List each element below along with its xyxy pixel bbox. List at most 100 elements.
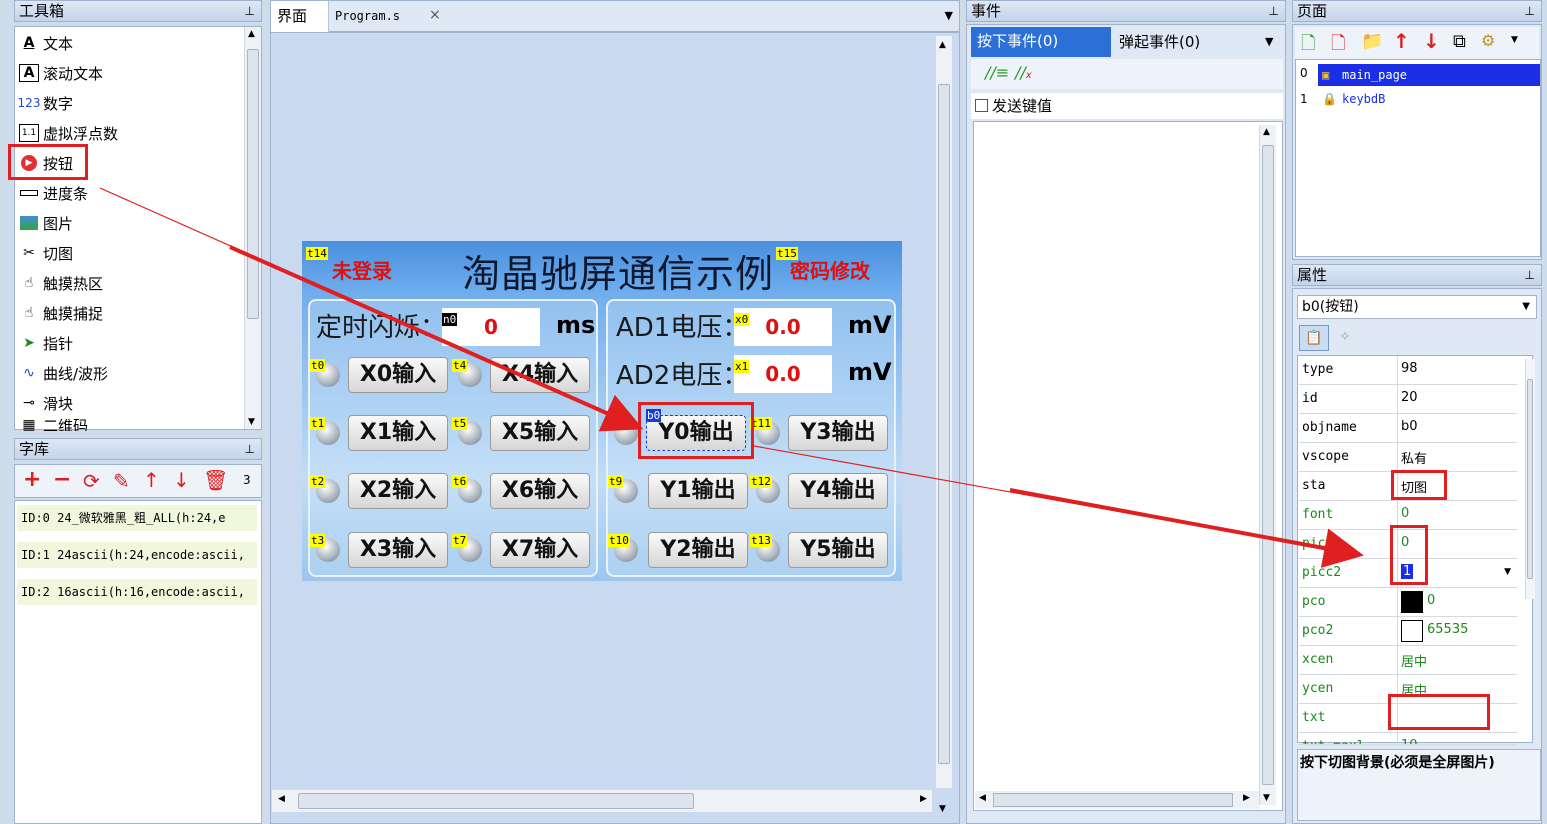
scroll-down-icon[interactable]: ▼ — [248, 417, 255, 427]
toolbox-item-pointer[interactable]: ➤ 指针 — [19, 329, 73, 357]
add-page-icon[interactable]: 🗋 — [1301, 31, 1315, 61]
toolbox-item-float[interactable]: 1.1 虚拟浮点数 — [19, 119, 118, 147]
tab-press-event[interactable]: 按下事件(0) — [971, 27, 1111, 57]
y1-output-button[interactable]: Y1输出 — [648, 473, 748, 509]
pin-icon[interactable]: ⊥ — [1525, 1, 1535, 21]
remove-icon[interactable]: − — [53, 467, 71, 492]
scroll-left-icon[interactable]: ◀ — [278, 794, 285, 804]
prop-row-vscope[interactable]: vscope 私有 — [1299, 443, 1517, 472]
page-tools-icon[interactable]: ⚙ — [1481, 31, 1495, 50]
object-selector[interactable]: b0(按钮) ▼ — [1297, 295, 1537, 319]
x7-input-button[interactable]: X7输入 — [490, 532, 590, 568]
tab-program[interactable]: Program.s — [335, 9, 400, 23]
font-row[interactable]: ID:0 24_微软雅黑_粗_ALL(h:24,e — [17, 505, 257, 531]
scroll-right-icon[interactable]: ▶ — [1243, 793, 1250, 803]
x0-input-button[interactable]: X0输入 — [348, 357, 448, 393]
prop-row-txt-maxl[interactable]: txt_maxl10 — [1299, 733, 1517, 745]
x5-input-button[interactable]: X5输入 — [490, 415, 590, 451]
font-row[interactable]: ID:2 16ascii(h:16,encode:ascii, — [17, 579, 257, 605]
alphabetical-view-icon[interactable]: ✧ — [1339, 329, 1351, 345]
events-vscroll[interactable]: ▲ ▼ — [1259, 125, 1276, 805]
scroll-thumb[interactable] — [298, 793, 694, 809]
refresh-icon[interactable]: ⟳ — [83, 469, 100, 493]
toolbox-item-qrcode[interactable]: ▦ 二维码 — [19, 419, 88, 431]
toolbox-item-progress[interactable]: 进度条 — [19, 179, 88, 207]
delete-icon[interactable]: 🗑 — [203, 468, 228, 492]
prop-row-xcen[interactable]: xcen 居中 — [1299, 646, 1517, 675]
events-hscroll[interactable]: ◀ ▶ — [975, 791, 1259, 809]
page-item-main[interactable]: ▣ main_page — [1318, 64, 1540, 86]
tab-dropdown-icon[interactable]: ▼ — [945, 9, 953, 22]
toolbox-item-text[interactable]: A 文本 — [19, 29, 73, 57]
uncomment-icon[interactable]: //x — [1015, 63, 1032, 82]
font-row[interactable]: ID:1 24ascii(h:24,encode:ascii, — [17, 542, 257, 568]
comment-icon[interactable]: //≡ — [985, 63, 1009, 82]
send-key-checkbox[interactable] — [975, 99, 988, 112]
edit-icon[interactable]: ✎ — [113, 469, 130, 493]
page-tools-dropdown-icon[interactable]: ▼ — [1511, 35, 1518, 45]
up-arrow-icon[interactable]: ↑ — [143, 468, 160, 492]
scroll-up-icon[interactable]: ▲ — [939, 40, 946, 50]
x2-input-button[interactable]: X2输入 — [348, 473, 448, 509]
props-vscroll[interactable] — [1525, 359, 1535, 599]
add-icon[interactable]: + — [23, 467, 41, 492]
page-down-icon[interactable]: ↓ — [1423, 29, 1440, 53]
toolbox-item-slider[interactable]: ⊸ 滑块 — [19, 389, 73, 417]
scroll-right-icon[interactable]: ▶ — [920, 794, 927, 804]
toolbox-item-waveform[interactable]: ∿ 曲线/波形 — [19, 359, 108, 387]
tab-close-icon[interactable]: × — [429, 7, 441, 23]
prop-row-id[interactable]: id 20 — [1299, 385, 1517, 414]
toolbox-item-number[interactable]: 123 数字 — [18, 89, 73, 117]
tab-design[interactable]: 界面 — [271, 1, 329, 33]
toolbox-item-touchcap[interactable]: ☝ 触摸捕捉 — [19, 299, 103, 327]
pin-icon[interactable]: ⊥ — [1269, 1, 1279, 21]
y2-output-button[interactable]: Y2输出 — [648, 532, 748, 568]
y5-output-button[interactable]: Y5输出 — [788, 532, 888, 568]
y3-output-button[interactable]: Y3输出 — [788, 415, 888, 451]
scroll-thumb[interactable] — [938, 84, 950, 764]
scroll-thumb[interactable] — [993, 793, 1233, 807]
chevron-down-icon[interactable]: ▼ — [1522, 296, 1530, 318]
pin-icon[interactable]: ⊥ — [1525, 265, 1535, 285]
toolbox-item-crop[interactable]: ✂ 切图 — [19, 239, 73, 267]
copy-page-icon[interactable]: ⧉ — [1453, 31, 1466, 52]
page-up-icon[interactable]: ↑ — [1393, 29, 1410, 53]
scroll-thumb[interactable] — [247, 49, 259, 319]
scroll-thumb[interactable] — [1527, 379, 1533, 579]
scroll-down-icon[interactable]: ▼ — [1263, 793, 1270, 803]
y4-output-button[interactable]: Y4输出 — [788, 473, 888, 509]
prop-row-type[interactable]: type 98 — [1299, 356, 1517, 385]
x6-input-button[interactable]: X6输入 — [490, 473, 590, 509]
chevron-down-icon[interactable]: ▼ — [1504, 567, 1511, 577]
event-code-editor[interactable] — [973, 121, 1283, 811]
prop-row-objname[interactable]: objname b0 — [1299, 414, 1517, 443]
scroll-thumb[interactable] — [1262, 145, 1274, 785]
scroll-down-icon[interactable]: ▼ — [939, 804, 946, 814]
canvas-hscroll[interactable]: ◀ ▶ — [272, 790, 932, 812]
pin-icon[interactable]: ⊥ — [245, 1, 255, 21]
hmi-screen[interactable]: t14 未登录 淘晶驰屏通信示例 t15 密码修改 定时闪烁： 0 n0 ms … — [302, 241, 902, 581]
toolbox-item-picture[interactable]: 图片 — [19, 209, 73, 237]
events-dropdown-icon[interactable]: ▼ — [1265, 35, 1273, 48]
scroll-left-icon[interactable]: ◀ — [979, 793, 986, 803]
page-item-keybd[interactable]: 🔒 keybdB — [1318, 88, 1540, 110]
toolbox-scrollbar[interactable]: ▲ ▼ — [244, 27, 261, 429]
x1-input-button[interactable]: X1输入 — [348, 415, 448, 451]
down-arrow-icon[interactable]: ↓ — [173, 468, 190, 492]
prop-row-pco2[interactable]: pco2 65535 — [1299, 617, 1517, 646]
prop-row-pco[interactable]: pco 0 — [1299, 588, 1517, 617]
login-status[interactable]: 未登录 — [332, 255, 392, 284]
categorized-view-icon[interactable]: 📋 — [1299, 325, 1329, 351]
scroll-up-icon[interactable]: ▲ — [248, 29, 255, 39]
x3-input-button[interactable]: X3输入 — [348, 532, 448, 568]
x4-input-button[interactable]: X4输入 — [490, 357, 590, 393]
canvas-vscroll[interactable]: ▲ ▼ — [935, 36, 952, 814]
pin-icon[interactable]: ⊥ — [245, 439, 255, 459]
insert-page-icon[interactable]: 📁 — [1361, 31, 1383, 52]
change-password[interactable]: 密码修改 — [790, 255, 870, 284]
scroll-up-icon[interactable]: ▲ — [1263, 127, 1270, 137]
tab-release-event[interactable]: 弹起事件(0) — [1119, 31, 1200, 52]
delete-page-icon[interactable]: 🗋 — [1331, 31, 1345, 61]
toolbox-item-hotspot[interactable]: ☝ 触摸热区 — [19, 269, 103, 297]
toolbox-item-scrolltext[interactable]: A 滚动文本 — [19, 59, 103, 87]
